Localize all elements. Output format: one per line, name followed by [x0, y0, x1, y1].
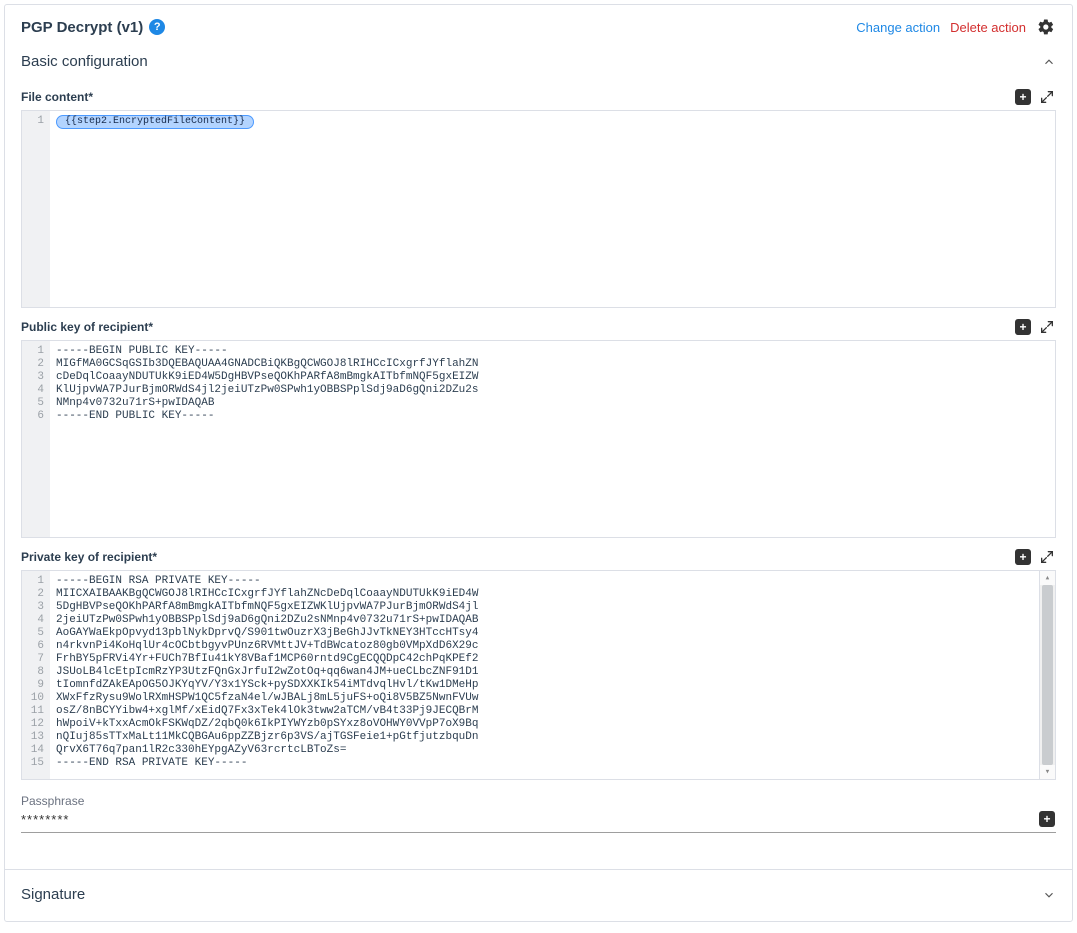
gear-icon[interactable] [1036, 17, 1056, 37]
card-title: PGP Decrypt (v1) ? [21, 19, 165, 36]
public-key-lines: -----BEGIN PUBLIC KEY-----MIGfMA0GCSqGSI… [50, 341, 1055, 537]
delete-action-link[interactable]: Delete action [950, 20, 1026, 35]
file-content-label: File content* [21, 90, 93, 104]
expand-icon[interactable] [1038, 548, 1056, 566]
card-header: PGP Decrypt (v1) ? Change action Delete … [5, 5, 1072, 43]
action-card: PGP Decrypt (v1) ? Change action Delete … [4, 4, 1073, 922]
insert-token-button[interactable]: + [1038, 810, 1056, 828]
editor-gutter: 123456 [22, 341, 50, 537]
insert-token-button[interactable]: + [1014, 548, 1032, 566]
scroll-thumb[interactable] [1042, 585, 1053, 765]
scroll-down-arrow[interactable]: ▾ [1040, 765, 1055, 779]
signature-section-header[interactable]: Signature [5, 869, 1072, 921]
change-action-link[interactable]: Change action [856, 20, 940, 35]
expand-icon[interactable] [1038, 318, 1056, 336]
public-key-label: Public key of recipient* [21, 320, 153, 334]
vertical-scrollbar[interactable]: ▴ ▾ [1039, 571, 1055, 779]
editor-gutter: 1 [22, 111, 50, 307]
help-icon[interactable]: ? [149, 19, 165, 35]
expand-icon[interactable] [1038, 88, 1056, 106]
insert-token-button[interactable]: + [1014, 318, 1032, 336]
token-chip[interactable]: {{step2.EncryptedFileContent}} [56, 115, 254, 129]
file-content-editor[interactable]: 1 {{step2.EncryptedFileContent}} [21, 110, 1056, 308]
passphrase-field: Passphrase ******** + [21, 794, 1056, 833]
private-key-editor[interactable]: 123456789101112131415 -----BEGIN RSA PRI… [21, 570, 1056, 780]
scroll-track[interactable] [1040, 585, 1055, 765]
public-key-field: Public key of recipient* + 123456 -----B… [21, 318, 1056, 538]
passphrase-input[interactable]: ******** [21, 812, 69, 827]
basic-config-body: File content* + 1 {{step2.EncryptedFileC… [5, 88, 1072, 841]
chevron-down-icon [1042, 888, 1056, 902]
file-content-field: File content* + 1 {{step2.EncryptedFileC… [21, 88, 1056, 308]
private-key-lines: -----BEGIN RSA PRIVATE KEY-----MIICXAIBA… [50, 571, 1055, 779]
public-key-editor[interactable]: 123456 -----BEGIN PUBLIC KEY-----MIGfMA0… [21, 340, 1056, 538]
chevron-up-icon [1042, 55, 1056, 69]
editor-gutter: 123456789101112131415 [22, 571, 50, 779]
scroll-up-arrow[interactable]: ▴ [1040, 571, 1055, 585]
signature-label: Signature [21, 886, 85, 903]
passphrase-label: Passphrase [21, 794, 1056, 808]
private-key-label: Private key of recipient* [21, 550, 157, 564]
insert-token-button[interactable]: + [1014, 88, 1032, 106]
basic-config-section-header[interactable]: Basic configuration [5, 43, 1072, 78]
basic-config-label: Basic configuration [21, 53, 148, 70]
file-content-lines: {{step2.EncryptedFileContent}} [50, 111, 1055, 307]
title-text: PGP Decrypt (v1) [21, 19, 143, 36]
private-key-field: Private key of recipient* + 123456789101… [21, 548, 1056, 780]
